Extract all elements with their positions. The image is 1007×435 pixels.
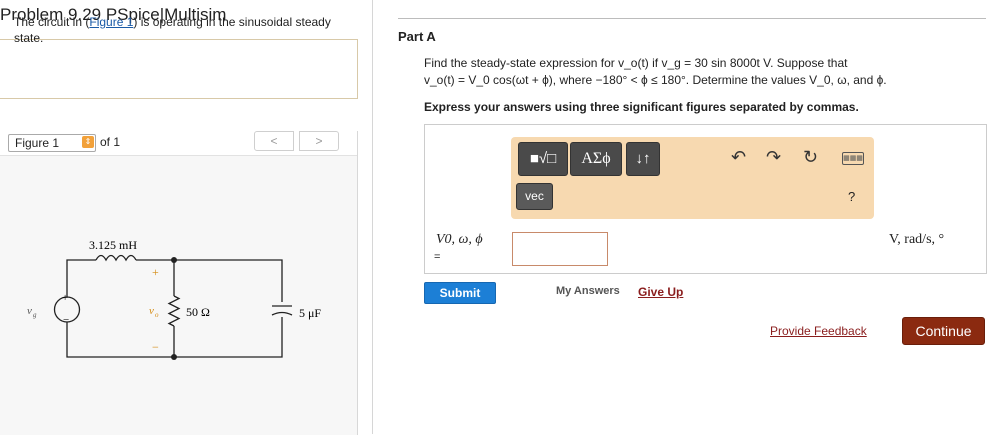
keyboard-icon[interactable]: ▦▦▦ [842,152,864,165]
select-arrows-icon[interactable]: ⇕ [82,136,94,148]
circuit-diagram: 3.125 mH + − v g + v o − 50 Ω 5 μF [27,238,321,360]
vo-minus: − [152,340,159,354]
provide-feedback-link[interactable]: Provide Feedback [770,324,867,338]
submit-button[interactable]: Submit [424,282,496,304]
answer-input[interactable] [512,232,608,266]
top-rule [398,18,986,19]
figure-select[interactable]: Figure 1 ⇕ [8,134,96,152]
part-label: Part A [398,29,436,44]
figure-link[interactable]: Figure 1 [89,15,133,29]
intro-prefix: The circuit in ( [14,15,90,29]
resistor-zigzag [167,295,181,327]
vector-button[interactable]: vec [516,183,553,210]
prev-figure-button[interactable]: < [254,131,294,151]
capacitor-plate-bottom [271,311,293,316]
panel-divider [372,0,373,434]
vo-plus: + [152,265,159,279]
source-subscript: g [33,311,37,319]
inductor-coil [95,254,137,262]
templates-button[interactable]: ■√□ [518,142,568,176]
help-icon[interactable]: ? [848,189,855,204]
answer-equals: = [434,251,441,263]
redo-icon[interactable]: ↷ [766,147,781,168]
next-figure-button[interactable]: > [299,131,339,151]
resistor-label: 50 Ω [186,305,210,319]
node-top [171,257,177,263]
reset-icon[interactable]: ↻ [803,147,818,168]
node-bottom [171,354,177,360]
answer-label: V0, ω, ϕ [436,232,483,247]
source-label: v [27,305,32,317]
instruction-text: Express your answers using three signifi… [424,100,859,114]
answer-units: V, rad/s, ° [889,232,945,247]
give-up-link[interactable]: Give Up [638,285,683,299]
undo-icon[interactable]: ↶ [731,147,746,168]
my-answers-link[interactable]: My Answers [556,285,620,297]
wire-left-top [66,259,96,297]
greek-symbols-button[interactable]: ΑΣϕ [570,142,622,176]
question-line-2: v_o(t) = V_0 cos(ωt + ϕ), where −180° < … [424,73,887,87]
source-minus: − [63,314,69,326]
figure-count: of 1 [100,135,121,149]
capacitor-label: 5 μF [299,306,321,320]
continue-button[interactable]: Continue [902,317,985,345]
question-line-1: Find the steady-state expression for v_o… [424,56,848,70]
vo-label: v [149,305,154,317]
vo-subscript: o [155,311,159,319]
figure-select-label: Figure 1 [15,136,60,150]
intro-box [0,39,358,99]
inductor-label: 3.125 mH [89,238,137,252]
source-plus: + [62,292,68,304]
intro-text: The circuit in (Figure 1) is operating i… [14,14,344,46]
arrows-button[interactable]: ↓↑ [626,142,660,176]
